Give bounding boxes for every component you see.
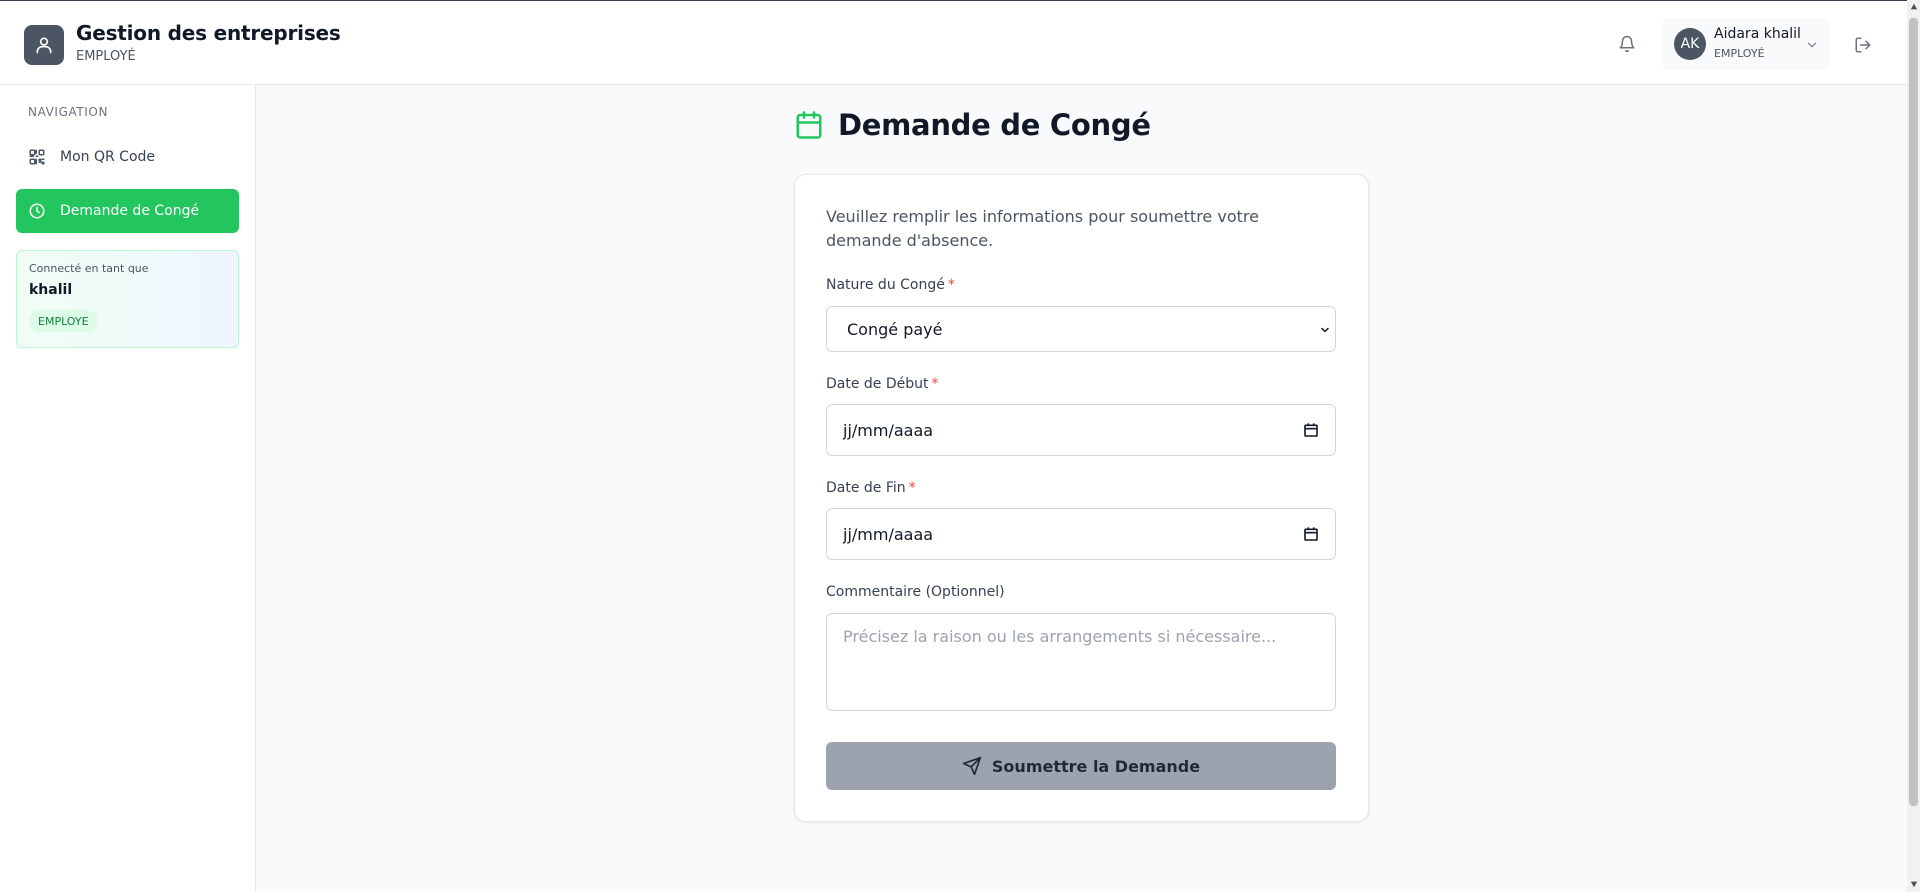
avatar: AK — [1674, 28, 1706, 60]
role-badge: EMPLOYE — [29, 310, 98, 332]
send-icon — [962, 756, 982, 776]
page-scrollbar[interactable] — [1907, 0, 1920, 892]
comment-textarea[interactable]: Précisez la raison ou les arrangements s… — [826, 613, 1336, 711]
app-subtitle: EMPLOYÉ — [76, 49, 136, 64]
required-mark: * — [908, 480, 916, 496]
submit-label: Soumettre la Demande — [991, 756, 1201, 776]
top-header: Gestion des entreprises EMPLOYÉ AK Aidar… — [0, 0, 1907, 85]
start-date-label: Date de Début * — [826, 376, 939, 392]
required-mark: * — [947, 277, 955, 293]
start-date-input[interactable]: jj/mm/aaaa — [826, 404, 1336, 456]
sidebar-item-label: Demande de Congé — [60, 203, 200, 219]
page-title: Demande de Congé — [838, 108, 1151, 142]
chevron-down-icon — [1321, 327, 1329, 333]
logout-button[interactable] — [1851, 33, 1875, 57]
logged-in-label: Connecté en tant que — [29, 262, 149, 275]
user-name: Aidara khalil — [1714, 26, 1801, 42]
leave-type-label-text: Nature du Congé — [826, 277, 945, 293]
leave-type-label: Nature du Congé * — [826, 277, 955, 293]
sidebar-item-label: Mon QR Code — [60, 149, 156, 165]
user-icon — [36, 37, 52, 54]
calendar-picker-icon[interactable] — [1303, 526, 1319, 542]
comment-label: Commentaire (Optionnel) — [826, 584, 1005, 600]
clock-icon — [28, 202, 46, 220]
scroll-thumb[interactable] — [1909, 18, 1918, 806]
page-header: Demande de Congé — [794, 105, 1151, 145]
scroll-up-icon[interactable] — [1910, 3, 1918, 11]
end-date-value: jj/mm/aaaa — [843, 524, 934, 544]
required-mark: * — [931, 376, 939, 392]
user-role: EMPLOYÉ — [1714, 47, 1765, 60]
nav-heading: NAVIGATION — [28, 105, 109, 119]
end-date-label: Date de Fin * — [826, 480, 916, 496]
sidebar-item-leave-request[interactable]: Demande de Congé — [16, 189, 239, 233]
end-date-label-text: Date de Fin — [826, 480, 906, 496]
start-date-value: jj/mm/aaaa — [843, 420, 934, 440]
chevron-down-icon — [1807, 42, 1817, 48]
submit-button[interactable]: Soumettre la Demande — [826, 742, 1336, 790]
sidebar: NAVIGATION Mon QR Code Demande de Congé … — [0, 85, 256, 892]
main-content: Demande de Congé Veuillez remplir les in… — [256, 85, 1907, 892]
qr-code-icon — [28, 148, 46, 166]
leave-type-value: Congé payé — [847, 319, 943, 339]
bell-icon — [1619, 35, 1635, 53]
calendar-picker-icon[interactable] — [1303, 422, 1319, 438]
notifications-button[interactable] — [1614, 31, 1640, 57]
app-title: Gestion des entreprises — [76, 21, 341, 45]
scroll-down-icon[interactable] — [1910, 880, 1918, 888]
logged-in-card: Connecté en tant que khalil EMPLOYE — [16, 250, 239, 348]
sidebar-item-qr-code[interactable]: Mon QR Code — [16, 135, 239, 179]
logout-icon — [1855, 37, 1871, 53]
logged-in-name: khalil — [29, 282, 73, 298]
calendar-icon — [796, 111, 822, 139]
leave-type-select[interactable]: Congé payé — [826, 306, 1336, 352]
app-logo — [24, 25, 64, 65]
start-date-label-text: Date de Début — [826, 376, 929, 392]
leave-request-form: Veuillez remplir les informations pour s… — [794, 174, 1369, 822]
user-menu-button[interactable]: AK Aidara khalil EMPLOYÉ — [1661, 18, 1829, 70]
end-date-input[interactable]: jj/mm/aaaa — [826, 508, 1336, 560]
form-intro: Veuillez remplir les informations pour s… — [826, 207, 1259, 250]
